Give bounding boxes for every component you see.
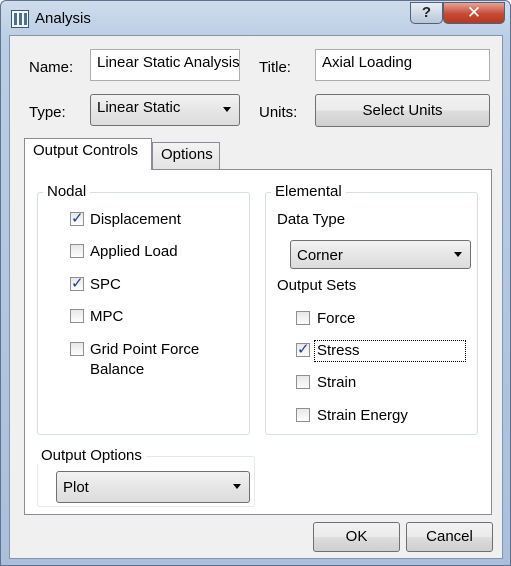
force-checkbox[interactable] — [296, 311, 310, 325]
output-options-dropdown[interactable]: Plot — [56, 471, 250, 503]
mpc-checkbox[interactable] — [70, 309, 84, 323]
name-field[interactable]: Linear Static Analysis — [90, 49, 240, 81]
output-controls-panel: Nodal ✓ Displacement Applied Load ✓ SPC … — [24, 169, 492, 515]
ok-button[interactable]: OK — [313, 522, 400, 552]
title-field[interactable]: Axial Loading — [315, 49, 490, 81]
applied-load-checkbox[interactable] — [70, 244, 84, 258]
checkmark-icon: ✓ — [71, 210, 84, 227]
output-sets-label: Output Sets — [277, 277, 357, 294]
type-label: Type: — [29, 104, 66, 121]
stress-checkbox[interactable]: ✓ — [296, 341, 310, 358]
chevron-down-icon — [233, 484, 241, 489]
strain-energy-checkbox[interactable] — [296, 408, 310, 422]
nodal-group-title: Nodal — [43, 183, 91, 200]
tab-options[interactable]: Options — [152, 142, 220, 169]
grid-point-force-checkbox[interactable] — [70, 342, 84, 356]
help-button[interactable]: ? — [410, 2, 443, 24]
grid-point-force-label-line2: Balance — [90, 361, 145, 378]
analysis-dialog: Analysis ? ✕ Name: Linear Static Analysi… — [0, 0, 511, 566]
output-options-dropdown-value: Plot — [63, 479, 89, 496]
name-label: Name: — [29, 59, 74, 76]
data-type-dropdown-value: Corner — [297, 247, 343, 264]
chevron-down-icon — [223, 107, 231, 112]
title-bar: Analysis ? ✕ — [1, 1, 510, 35]
displacement-checkbox[interactable]: ✓ — [70, 210, 84, 227]
elemental-group-title: Elemental — [271, 183, 346, 200]
strain-checkbox[interactable] — [296, 375, 310, 389]
select-units-button[interactable]: Select Units — [315, 94, 490, 127]
spc-label: SPC — [90, 276, 121, 293]
applied-load-label: Applied Load — [90, 243, 178, 260]
stress-label: Stress — [314, 340, 466, 362]
units-label: Units: — [259, 104, 298, 121]
data-type-dropdown[interactable]: Corner — [290, 240, 471, 269]
type-dropdown-value: Linear Static — [97, 99, 181, 116]
spc-checkbox[interactable]: ✓ — [70, 275, 84, 292]
force-label: Force — [317, 310, 356, 327]
strain-label: Strain — [317, 374, 357, 391]
type-dropdown[interactable]: Linear Static — [90, 94, 240, 126]
checkmark-icon: ✓ — [297, 341, 310, 358]
displacement-label: Displacement — [90, 211, 181, 228]
output-options-title: Output Options — [37, 447, 146, 464]
data-type-label: Data Type — [277, 211, 346, 228]
checkmark-icon: ✓ — [71, 275, 84, 292]
grid-point-force-label: Grid Point Force — [90, 341, 200, 358]
close-button[interactable]: ✕ — [443, 2, 505, 24]
chevron-down-icon — [454, 251, 462, 257]
window-title: Analysis — [35, 10, 91, 27]
mpc-label: MPC — [90, 308, 124, 325]
tab-output-controls[interactable]: Output Controls — [24, 138, 152, 170]
dialog-body: Name: Linear Static Analysis Title: Axia… — [9, 35, 503, 559]
app-icon — [11, 10, 29, 28]
title-label: Title: — [259, 59, 291, 76]
strain-energy-label: Strain Energy — [317, 407, 408, 424]
cancel-button[interactable]: Cancel — [406, 522, 493, 552]
